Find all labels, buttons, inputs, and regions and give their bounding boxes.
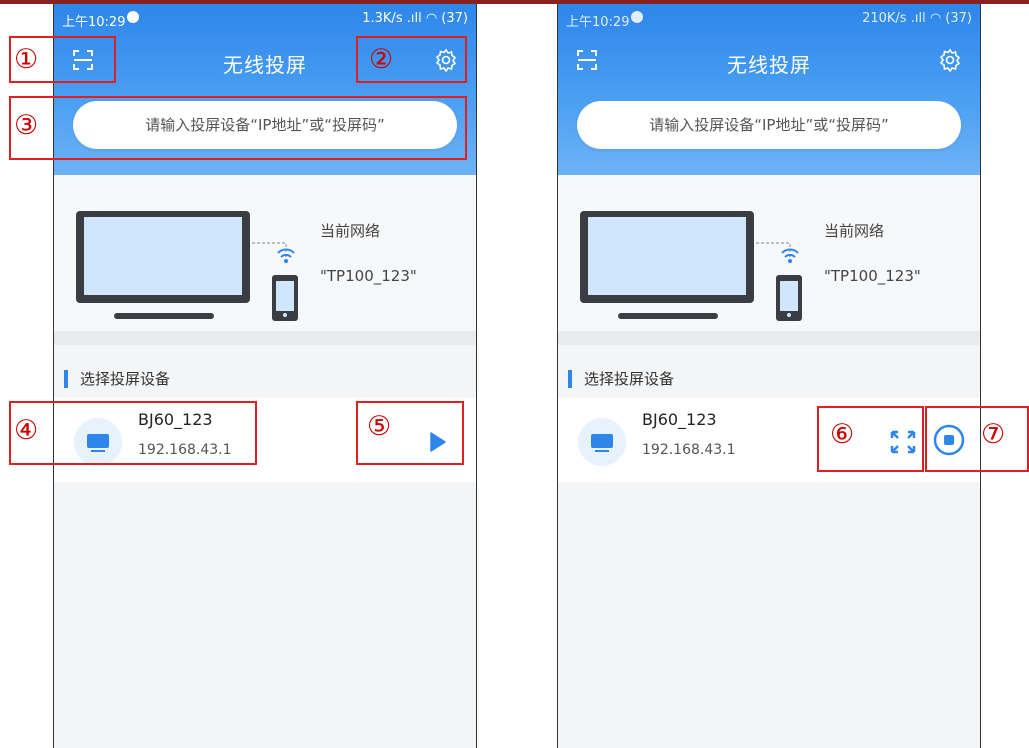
tv-illustration: [76, 211, 298, 321]
annotation-box-3: [9, 96, 467, 160]
monitor-icon: [578, 418, 626, 466]
battery-level: 37: [950, 11, 967, 26]
status-time: 上午10:29: [566, 15, 630, 30]
section-title: 选择投屏设备: [568, 370, 674, 388]
net-speed: 210K/s: [862, 11, 907, 26]
network-label: 当前网络: [824, 222, 885, 240]
network-card: 当前网络 "TP100_123": [54, 175, 476, 331]
header: 上午10:29 210K/s .ıll ◠ (37) 无线投屏 请输入投屏设备“…: [558, 4, 980, 175]
annotation-box-7: [925, 406, 1029, 472]
status-network: 1.3K/s .ıll ◠ (37): [362, 11, 468, 26]
annotation-box-4: [9, 401, 257, 465]
tv-icon: [580, 211, 754, 319]
divider: [54, 331, 476, 345]
annotation-number-5: ⑤: [367, 411, 392, 442]
phone-icon: [776, 275, 802, 321]
annotation-number-3: ③: [14, 110, 39, 141]
status-bar: 上午10:29 1.3K/s .ıll ◠ (37): [54, 4, 476, 34]
net-speed: 1.3K/s: [362, 11, 403, 26]
device-ip: 192.168.43.1: [642, 442, 736, 458]
annotation-number-6: ⑥: [830, 419, 855, 450]
annotation-number-1: ①: [14, 44, 39, 75]
network-card: 当前网络 "TP100_123": [558, 175, 980, 331]
title-row: 无线投屏: [558, 34, 980, 90]
notification-icon: [127, 11, 139, 23]
annotation-number-2: ②: [369, 44, 394, 75]
annotation-number-4: ④: [14, 415, 39, 446]
notification-icon: [631, 11, 643, 23]
status-bar: 上午10:29 210K/s .ıll ◠ (37): [558, 4, 980, 34]
search-input[interactable]: 请输入投屏设备“IP地址”或“投屏码”: [577, 101, 961, 149]
phone-icon: [272, 275, 298, 321]
annotation-number-7: ⑦: [981, 419, 1006, 450]
network-name: "TP100_123": [320, 267, 417, 285]
device-name: BJ60_123: [642, 410, 717, 429]
phone-screen-right: 上午10:29 210K/s .ıll ◠ (37) 无线投屏 请输入投屏设备“…: [557, 4, 981, 748]
battery-level: 37: [446, 11, 463, 26]
tv-illustration: [580, 211, 802, 321]
network-label: 当前网络: [320, 222, 381, 240]
status-network: 210K/s .ıll ◠ (37): [862, 11, 972, 26]
status-time: 上午10:29: [62, 15, 126, 30]
divider: [558, 331, 980, 345]
tv-icon: [76, 211, 250, 319]
page-title: 无线投屏: [727, 53, 811, 77]
section-title: 选择投屏设备: [64, 370, 170, 388]
gear-icon[interactable]: [938, 48, 962, 72]
network-name: "TP100_123": [824, 267, 921, 285]
